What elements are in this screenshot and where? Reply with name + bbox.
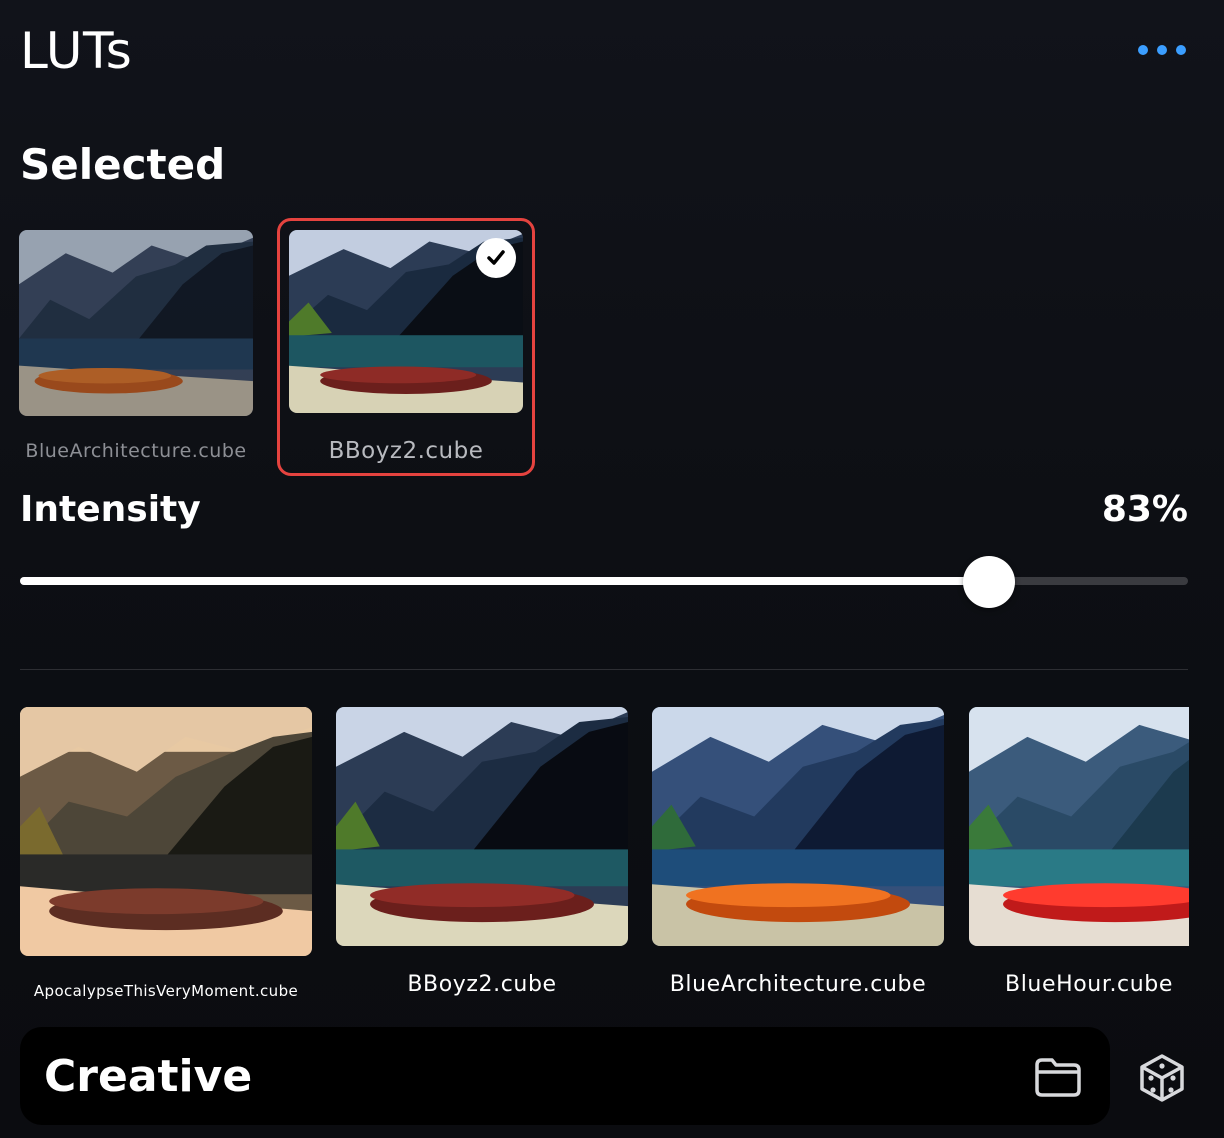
cube-button[interactable] bbox=[1134, 1050, 1190, 1106]
more-options-button[interactable] bbox=[1132, 36, 1192, 64]
selected-lut-label: BlueArchitecture.cube bbox=[25, 440, 247, 462]
lut-thumbnail bbox=[20, 707, 312, 956]
page-title: LUTs bbox=[20, 22, 133, 80]
lut-library-item[interactable]: ApocalypseThisVeryMoment.cube bbox=[20, 706, 312, 1006]
lut-library-label: BlueArchitecture.cube bbox=[669, 972, 927, 997]
ellipsis-dot bbox=[1157, 45, 1167, 55]
folder-button[interactable] bbox=[1030, 1052, 1086, 1102]
lut-library-label: ApocalypseThisVeryMoment.cube bbox=[33, 982, 299, 1000]
cube-icon bbox=[1140, 1054, 1184, 1102]
lut-library-label: BlueHour.cube bbox=[1005, 972, 1173, 997]
lut-thumbnail bbox=[336, 707, 628, 946]
slider-fill bbox=[20, 577, 989, 585]
lut-thumbnail bbox=[969, 707, 1189, 946]
selected-lut-card-active[interactable]: BBoyz2.cube bbox=[277, 218, 535, 476]
selected-lut-label: BBoyz2.cube bbox=[328, 438, 484, 464]
intensity-label: Intensity bbox=[20, 489, 201, 530]
selected-section-title: Selected bbox=[20, 140, 226, 189]
slider-thumb[interactable] bbox=[963, 556, 1015, 608]
lut-thumbnail bbox=[19, 230, 253, 416]
intensity-value: 83% bbox=[1101, 489, 1188, 530]
divider bbox=[20, 669, 1188, 670]
lut-library-item[interactable]: BlueArchitecture.cube bbox=[652, 706, 944, 1006]
ellipsis-dot bbox=[1176, 45, 1186, 55]
lut-library-item[interactable]: BBoyz2.cube bbox=[336, 706, 628, 1006]
lut-library-item[interactable]: BlueHour.cube bbox=[969, 706, 1189, 1006]
folder-icon bbox=[1035, 1058, 1081, 1097]
checkmark-icon bbox=[476, 238, 516, 278]
intensity-slider[interactable] bbox=[20, 556, 1188, 608]
category-title: Creative bbox=[44, 1051, 253, 1102]
lut-library-row[interactable]: ApocalypseThisVeryMoment.cube BBoyz2.cub… bbox=[20, 706, 1189, 1006]
ellipsis-icon bbox=[1138, 45, 1148, 55]
lut-thumbnail bbox=[652, 707, 944, 946]
selected-lut-card[interactable]: BlueArchitecture.cube bbox=[19, 230, 253, 470]
lut-library-label: BBoyz2.cube bbox=[407, 972, 557, 997]
